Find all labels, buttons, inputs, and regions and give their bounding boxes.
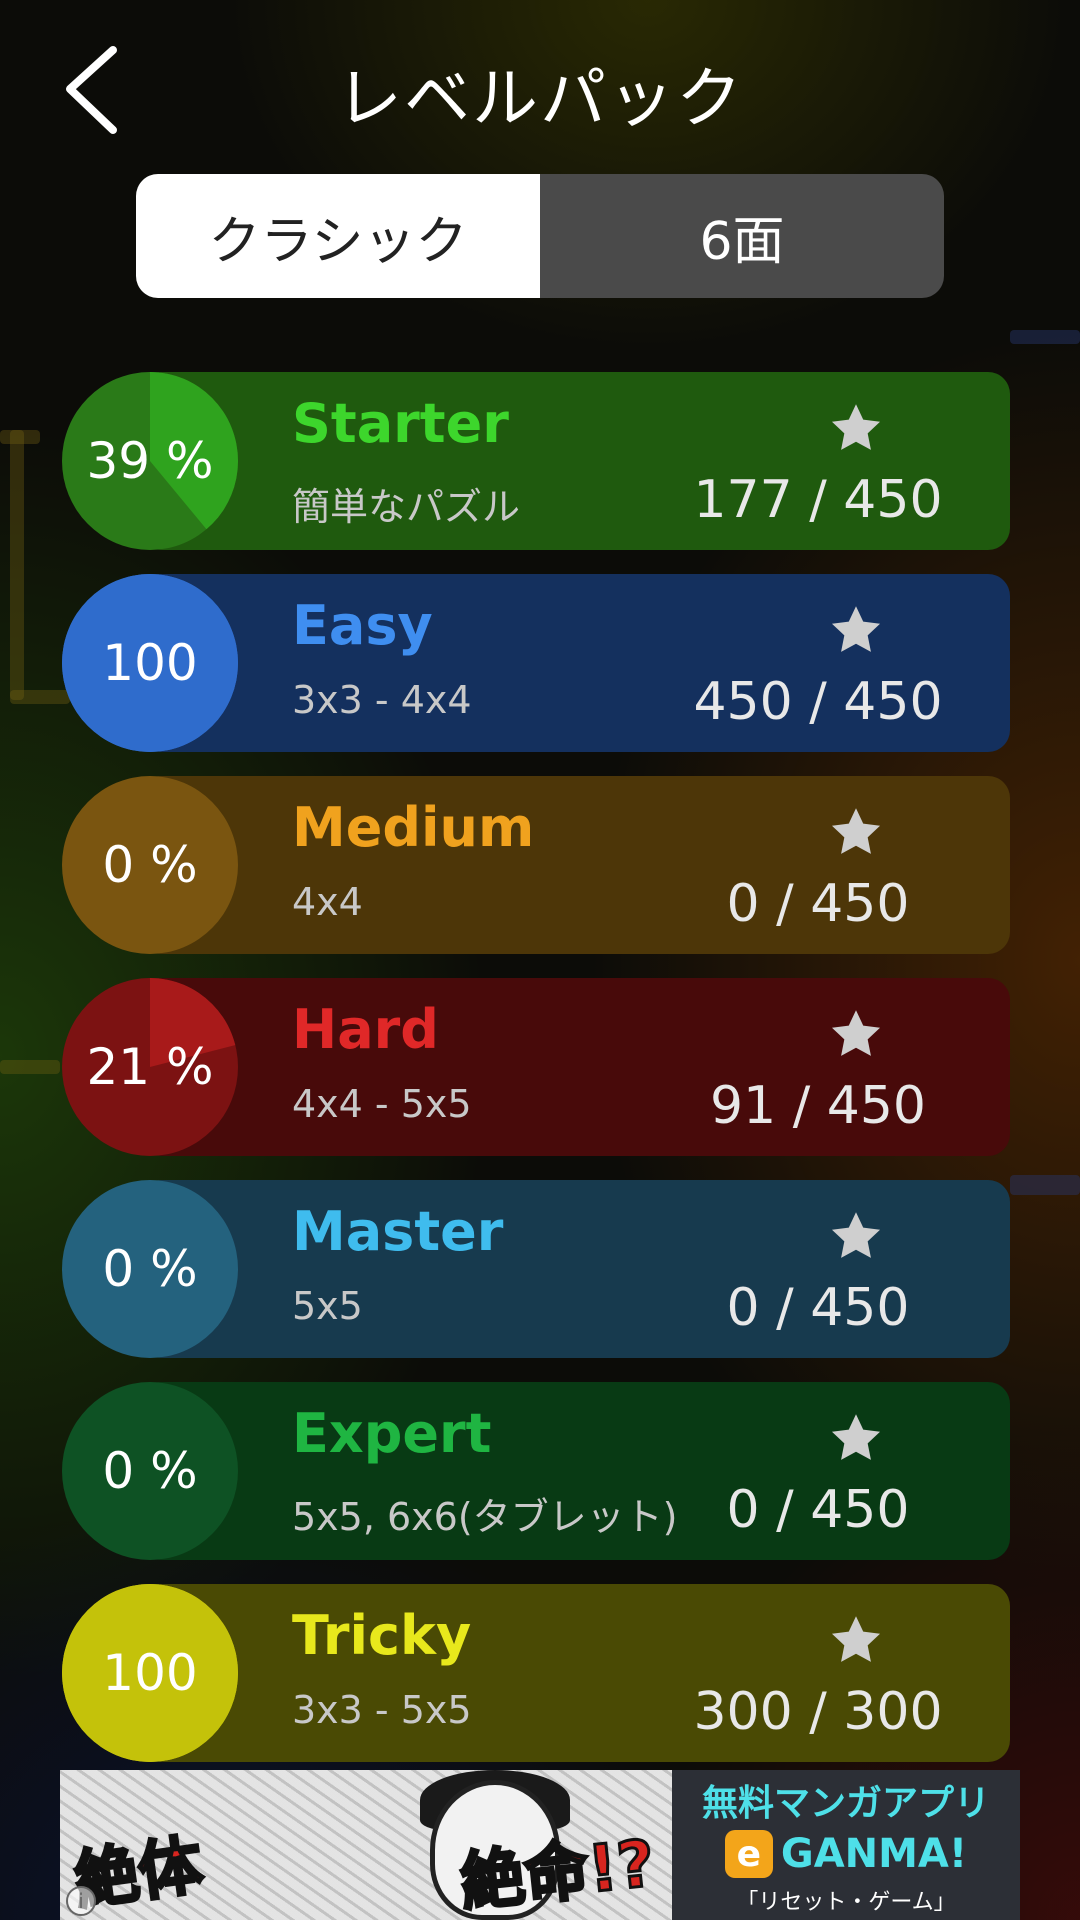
level-pack-master[interactable]: 0 % Master 5x5 0 / 450	[60, 1180, 1010, 1358]
star-icon	[831, 808, 881, 854]
page-title: レベルパック	[336, 60, 744, 137]
progress-percent: 21 %	[86, 1038, 214, 1096]
star-count: 300 / 300	[693, 1682, 943, 1742]
pack-subtitle: 5x5, 6x6(タブレット)	[292, 1495, 678, 1539]
progress-percent: 0 %	[102, 1240, 198, 1298]
ad-brand-name: GANMA!	[780, 1831, 968, 1877]
progress-badge: 100	[62, 1584, 238, 1762]
pack-subtitle: 5x5	[292, 1284, 363, 1328]
pack-subtitle: 3x3 - 4x4	[292, 678, 472, 722]
star-icon	[831, 1414, 881, 1460]
ad-headline-2: 絶命!?	[456, 1826, 660, 1920]
progress-percent: 0 %	[102, 1442, 198, 1500]
pack-name: Easy	[292, 594, 433, 657]
pack-subtitle: 簡単なパズル	[292, 485, 521, 529]
progress-badge: 39 %	[62, 372, 238, 550]
star-count: 0 / 450	[726, 874, 910, 934]
level-pack-tricky[interactable]: 100 Tricky 3x3 - 5x5 300 / 300	[60, 1584, 1010, 1762]
pack-name: Master	[292, 1200, 504, 1263]
level-pack-hard[interactable]: 21 % Hard 4x4 - 5x5 91 / 450	[60, 978, 1010, 1156]
tab-classic[interactable]: クラシック	[136, 174, 540, 298]
progress-percent: 100	[102, 1644, 198, 1702]
ad-banner[interactable]: 絶体 絶命!? i 無料マンガアプリ e GANMA! 「リセット・ゲーム」	[60, 1770, 1020, 1920]
level-pack-starter[interactable]: 39 % Starter 簡単なパズル 177 / 450	[60, 372, 1010, 550]
ad-brand-panel[interactable]: 無料マンガアプリ e GANMA! 「リセット・ゲーム」	[672, 1770, 1020, 1920]
progress-percent: 39 %	[86, 432, 214, 490]
background-pipe	[0, 1060, 60, 1074]
pack-name: Expert	[292, 1402, 492, 1465]
background-pipe	[1010, 330, 1080, 344]
pack-subtitle: 3x3 - 5x5	[292, 1688, 472, 1732]
level-pack-expert[interactable]: 0 % Expert 5x5, 6x6(タブレット) 0 / 450	[60, 1382, 1010, 1560]
level-pack-easy[interactable]: 100 Easy 3x3 - 4x4 450 / 450	[60, 574, 1010, 752]
star-count: 0 / 450	[726, 1480, 910, 1540]
pack-name: Starter	[292, 392, 509, 455]
progress-percent: 0 %	[102, 836, 198, 894]
star-count: 177 / 450	[693, 470, 943, 530]
level-pack-medium[interactable]: 0 % Medium 4x4 0 / 450	[60, 776, 1010, 954]
tab-six-faces[interactable]: 6面	[540, 174, 944, 298]
ganma-logo-icon: e	[724, 1830, 773, 1878]
ad-brand: e GANMA!	[724, 1830, 968, 1878]
pack-name: Hard	[292, 998, 439, 1061]
mode-segmented-control: クラシック 6面	[136, 174, 944, 298]
progress-percent: 100	[102, 634, 198, 692]
pack-name: Medium	[292, 796, 535, 859]
info-icon[interactable]: i	[66, 1886, 96, 1916]
star-icon	[831, 606, 881, 652]
star-count: 91 / 450	[710, 1076, 926, 1136]
progress-badge: 21 %	[62, 978, 238, 1156]
ad-tagline: 無料マンガアプリ	[701, 1783, 990, 1824]
ad-image[interactable]: 絶体 絶命!? i	[60, 1770, 672, 1920]
pack-subtitle: 4x4	[292, 880, 363, 924]
background-pipe	[10, 430, 24, 700]
pack-subtitle: 4x4 - 5x5	[292, 1082, 472, 1126]
ad-title: 「リセット・ゲーム」	[736, 1890, 956, 1915]
progress-badge: 0 %	[62, 776, 238, 954]
pack-name: Tricky	[292, 1604, 472, 1667]
star-icon	[831, 1616, 881, 1662]
star-count: 0 / 450	[726, 1278, 910, 1338]
star-icon	[831, 1010, 881, 1056]
star-icon	[831, 404, 881, 450]
header: レベルパック	[0, 0, 1080, 170]
progress-badge: 100	[62, 574, 238, 752]
background-pipe	[1010, 1175, 1080, 1195]
star-icon	[831, 1212, 881, 1258]
progress-badge: 0 %	[62, 1382, 238, 1560]
star-count: 450 / 450	[693, 672, 943, 732]
progress-badge: 0 %	[62, 1180, 238, 1358]
